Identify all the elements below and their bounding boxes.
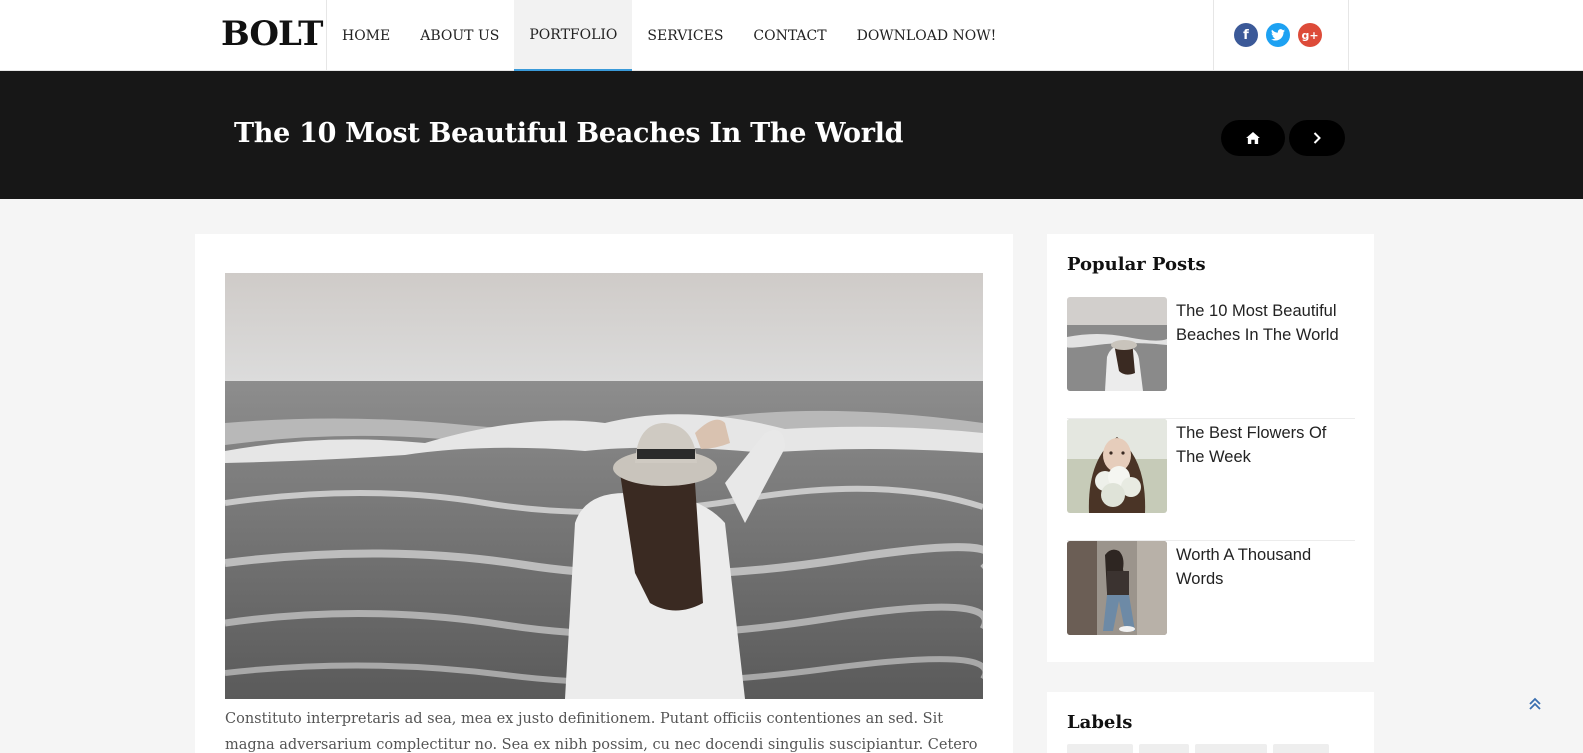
double-chevron-up-icon xyxy=(1529,697,1541,710)
popular-posts-list: The 10 Most Beautiful Beaches In The Wor… xyxy=(1067,297,1355,663)
nav-portfolio[interactable]: PORTFOLIO xyxy=(514,0,633,71)
social-links: f g+ xyxy=(1234,23,1322,47)
breadcrumb-home[interactable] xyxy=(1221,120,1285,156)
nav-services[interactable]: SERVICES xyxy=(632,0,738,71)
popular-post-title[interactable]: The Best Flowers Of The Week xyxy=(1176,421,1355,540)
labels-title: Labels xyxy=(1067,712,1133,733)
labels-widget: Labels xyxy=(1047,692,1374,753)
breadcrumb-next[interactable] xyxy=(1289,120,1345,156)
facebook-icon[interactable]: f xyxy=(1234,23,1258,47)
breadcrumb xyxy=(1221,120,1345,156)
popular-posts-title: Popular Posts xyxy=(1067,254,1206,275)
nav-home[interactable]: HOME xyxy=(327,0,405,71)
nav-download-now[interactable]: DOWNLOAD NOW! xyxy=(842,0,1012,71)
page-title-band: The 10 Most Beautiful Beaches In The Wor… xyxy=(0,71,1583,199)
post-excerpt: Constituto interpretaris ad sea, mea ex … xyxy=(225,711,978,753)
popular-post-thumbnail[interactable] xyxy=(1067,419,1167,513)
main-nav: HOME ABOUT US PORTFOLIO SERVICES CONTACT… xyxy=(327,0,1011,71)
post-card: Constituto interpretaris ad sea, mea ex … xyxy=(195,234,1013,753)
nav-about-us[interactable]: ABOUT US xyxy=(405,0,514,71)
social-divider-left xyxy=(1213,0,1214,71)
google-plus-icon[interactable]: g+ xyxy=(1298,23,1322,47)
site-header: BOLT HOME ABOUT US PORTFOLIO SERVICES CO… xyxy=(0,0,1583,71)
popular-post-item[interactable]: The Best Flowers Of The Week xyxy=(1067,419,1355,541)
popular-post-thumbnail[interactable] xyxy=(1067,541,1167,635)
popular-posts-widget: Popular Posts The 10 Most Beautiful Beac… xyxy=(1047,234,1374,662)
twitter-icon[interactable] xyxy=(1266,23,1290,47)
home-icon xyxy=(1246,132,1260,144)
label-tags xyxy=(1067,744,1329,753)
page-title: The 10 Most Beautiful Beaches In The Wor… xyxy=(234,118,904,149)
social-divider-right xyxy=(1348,0,1349,71)
popular-post-title[interactable]: The 10 Most Beautiful Beaches In The Wor… xyxy=(1176,299,1355,418)
chevron-right-icon xyxy=(1313,132,1321,144)
popular-post-item[interactable]: Worth A Thousand Words xyxy=(1067,541,1355,663)
label-tag[interactable] xyxy=(1067,744,1133,753)
site-logo[interactable]: BOLT xyxy=(221,14,323,54)
post-featured-image[interactable] xyxy=(225,273,983,699)
popular-post-item[interactable]: The 10 Most Beautiful Beaches In The Wor… xyxy=(1067,297,1355,419)
label-tag[interactable] xyxy=(1195,744,1267,753)
popular-post-title[interactable]: Worth A Thousand Words xyxy=(1176,543,1355,663)
back-to-top-button[interactable] xyxy=(1527,696,1543,712)
nav-contact[interactable]: CONTACT xyxy=(738,0,841,71)
label-tag[interactable] xyxy=(1273,744,1329,753)
popular-post-thumbnail[interactable] xyxy=(1067,297,1167,391)
label-tag[interactable] xyxy=(1139,744,1189,753)
